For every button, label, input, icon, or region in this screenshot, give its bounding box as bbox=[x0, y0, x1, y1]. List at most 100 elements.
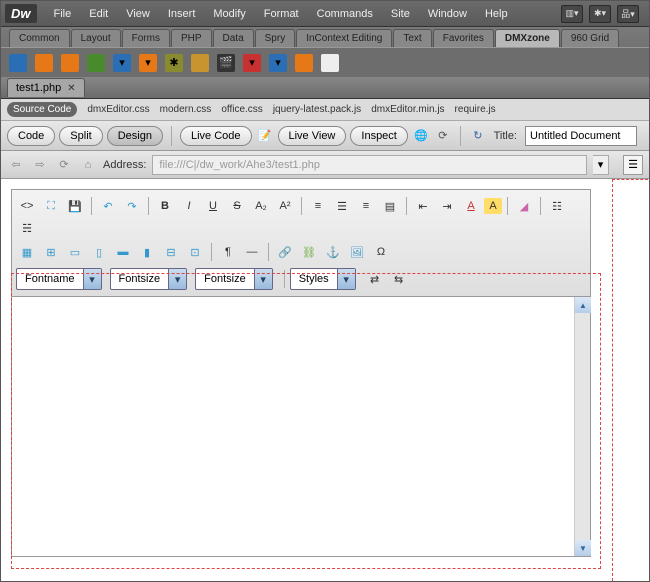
tab-common[interactable]: Common bbox=[9, 29, 70, 47]
tab-dmxzone[interactable]: DMXzone bbox=[495, 29, 560, 47]
table-insert-icon[interactable]: ⊞ bbox=[40, 242, 62, 262]
tab-960grid[interactable]: 960 Grid bbox=[561, 29, 619, 47]
insert-icon-12[interactable] bbox=[295, 54, 313, 72]
insert-icon-8[interactable] bbox=[191, 54, 209, 72]
related-file[interactable]: dmxEditor.min.js bbox=[371, 104, 444, 115]
design-button[interactable]: Design bbox=[107, 126, 163, 146]
backcolor-icon[interactable]: A bbox=[484, 198, 502, 214]
tab-data[interactable]: Data bbox=[213, 29, 254, 47]
tab-php[interactable]: PHP bbox=[171, 29, 212, 47]
check-icon[interactable]: 📝 bbox=[256, 127, 274, 145]
code-button[interactable]: Code bbox=[7, 126, 55, 146]
bullet-list-icon[interactable]: ☷ bbox=[546, 196, 568, 216]
sync-icon[interactable]: ⟳ bbox=[434, 127, 452, 145]
tab-forms[interactable]: Forms bbox=[122, 29, 170, 47]
menu-file[interactable]: File bbox=[45, 4, 81, 24]
stop-icon[interactable]: ⟳ bbox=[55, 156, 73, 174]
insert-icon-1[interactable] bbox=[9, 54, 27, 72]
related-file[interactable]: jquery-latest.pack.js bbox=[273, 104, 361, 115]
align-right-icon[interactable]: ≡ bbox=[355, 196, 377, 216]
source-icon[interactable]: <> bbox=[16, 196, 38, 216]
menu-site[interactable]: Site bbox=[382, 4, 419, 24]
layout-dropdown[interactable]: ▥▾ bbox=[561, 5, 583, 23]
inspect-button[interactable]: Inspect bbox=[350, 126, 407, 146]
undo-icon[interactable]: ↶ bbox=[97, 196, 119, 216]
related-file[interactable]: require.js bbox=[455, 104, 496, 115]
insert-icon-5[interactable]: ▾ bbox=[113, 54, 131, 72]
insert-icon-2[interactable] bbox=[35, 54, 53, 72]
underline-icon[interactable]: U bbox=[202, 196, 224, 216]
menu-help[interactable]: Help bbox=[476, 4, 517, 24]
livecode-button[interactable]: Live Code bbox=[180, 126, 252, 146]
omega-icon[interactable]: Ω bbox=[370, 242, 392, 262]
anchor-icon[interactable]: ⚓ bbox=[322, 242, 344, 262]
tab-spry[interactable]: Spry bbox=[255, 29, 296, 47]
options-button[interactable]: ☰ bbox=[623, 155, 643, 175]
menu-format[interactable]: Format bbox=[255, 4, 308, 24]
insert-icon-4[interactable] bbox=[87, 54, 105, 72]
insert-icon-7[interactable]: ✱ bbox=[165, 54, 183, 72]
table-icon[interactable]: ▦ bbox=[16, 242, 38, 262]
table-row-icon[interactable]: ▭ bbox=[64, 242, 86, 262]
table-del-row-icon[interactable]: ▬ bbox=[112, 242, 134, 262]
forward-icon[interactable]: ⇨ bbox=[31, 156, 49, 174]
title-input[interactable] bbox=[525, 126, 637, 146]
indent-icon[interactable]: ⇥ bbox=[436, 196, 458, 216]
table-split-icon[interactable]: ⊡ bbox=[184, 242, 206, 262]
bold-icon[interactable]: B bbox=[154, 196, 176, 216]
split-button[interactable]: Split bbox=[59, 126, 102, 146]
document-tab[interactable]: test1.php ✕ bbox=[7, 78, 85, 97]
save-icon[interactable]: 💾 bbox=[64, 196, 86, 216]
link-icon[interactable]: 🔗 bbox=[274, 242, 296, 262]
related-file[interactable]: dmxEditor.css bbox=[87, 104, 149, 115]
image-icon[interactable]: 🖼 bbox=[346, 242, 368, 262]
menu-insert[interactable]: Insert bbox=[159, 4, 205, 24]
address-input[interactable] bbox=[152, 155, 587, 175]
tab-text[interactable]: Text bbox=[393, 29, 431, 47]
menu-view[interactable]: View bbox=[117, 4, 159, 24]
related-file[interactable]: modern.css bbox=[160, 104, 212, 115]
liveview-button[interactable]: Live View bbox=[278, 126, 347, 146]
redo-icon[interactable]: ↷ bbox=[121, 196, 143, 216]
italic-icon[interactable]: I bbox=[178, 196, 200, 216]
browser-icon[interactable]: 🌐 bbox=[412, 127, 430, 145]
tab-favorites[interactable]: Favorites bbox=[433, 29, 494, 47]
align-left-icon[interactable]: ≡ bbox=[307, 196, 329, 216]
extend-dropdown[interactable]: ✱▾ bbox=[589, 5, 611, 23]
table-col-icon[interactable]: ▯ bbox=[88, 242, 110, 262]
tab-incontext[interactable]: InContext Editing bbox=[296, 29, 392, 47]
menu-modify[interactable]: Modify bbox=[204, 4, 254, 24]
align-center-icon[interactable]: ☰ bbox=[331, 196, 353, 216]
menu-window[interactable]: Window bbox=[419, 4, 476, 24]
site-dropdown[interactable]: 品▾ bbox=[617, 5, 639, 23]
insert-icon-9[interactable]: 🎬 bbox=[217, 54, 235, 72]
subscript-icon[interactable]: A₂ bbox=[250, 196, 272, 216]
home-icon[interactable]: ⌂ bbox=[79, 156, 97, 174]
refresh-icon[interactable]: ↻ bbox=[469, 127, 487, 145]
unlink-icon[interactable]: ⛓ bbox=[298, 242, 320, 262]
related-file[interactable]: office.css bbox=[221, 104, 263, 115]
tab-layout[interactable]: Layout bbox=[71, 29, 121, 47]
address-dropdown[interactable]: ▾ bbox=[593, 155, 609, 175]
superscript-icon[interactable]: A² bbox=[274, 196, 296, 216]
eraser-icon[interactable]: ◢ bbox=[513, 196, 535, 216]
fullscreen-icon[interactable]: ⛶ bbox=[40, 196, 62, 216]
menu-edit[interactable]: Edit bbox=[80, 4, 117, 24]
paragraph-icon[interactable]: ¶ bbox=[217, 242, 239, 262]
close-tab-icon[interactable]: ✕ bbox=[67, 83, 75, 94]
insert-icon-10[interactable]: ▾ bbox=[243, 54, 261, 72]
hr-icon[interactable]: — bbox=[241, 242, 263, 262]
number-list-icon[interactable]: ☵ bbox=[16, 218, 38, 238]
align-justify-icon[interactable]: ▤ bbox=[379, 196, 401, 216]
menu-commands[interactable]: Commands bbox=[308, 4, 382, 24]
back-icon[interactable]: ⇦ bbox=[7, 156, 25, 174]
forecolor-icon[interactable]: A bbox=[460, 196, 482, 216]
source-code-button[interactable]: Source Code bbox=[7, 102, 77, 117]
table-merge-icon[interactable]: ⊟ bbox=[160, 242, 182, 262]
insert-icon-13[interactable] bbox=[321, 54, 339, 72]
outdent-icon[interactable]: ⇤ bbox=[412, 196, 434, 216]
insert-icon-6[interactable]: ▾ bbox=[139, 54, 157, 72]
insert-icon-3[interactable] bbox=[61, 54, 79, 72]
table-del-col-icon[interactable]: ▮ bbox=[136, 242, 158, 262]
insert-icon-11[interactable]: ▾ bbox=[269, 54, 287, 72]
